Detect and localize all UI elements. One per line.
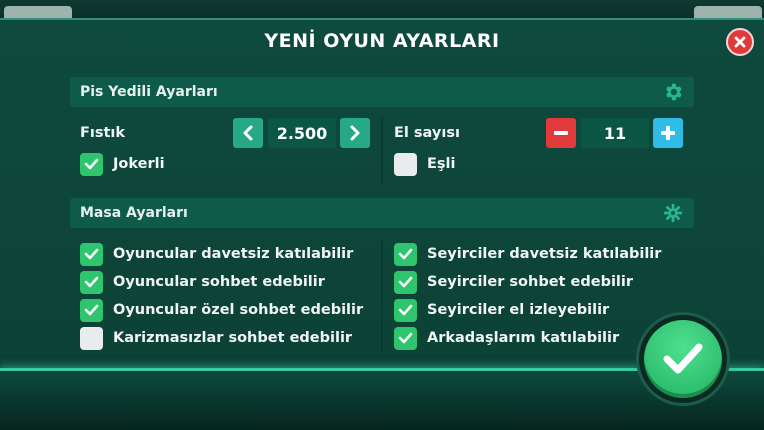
jokerli-checkbox[interactable] bbox=[80, 152, 103, 176]
confirm-button[interactable] bbox=[644, 320, 722, 398]
spectators-watch-hand-option[interactable]: Seyirciler el izleyebilir bbox=[394, 298, 609, 322]
table-settings-title: Masa Ayarları bbox=[80, 205, 188, 221]
check-icon bbox=[663, 343, 703, 374]
jokerli-label: Jokerli bbox=[113, 156, 165, 172]
table-settings-header: Masa Ayarları bbox=[70, 198, 694, 228]
gear-icon[interactable] bbox=[662, 202, 684, 224]
game-settings-divider bbox=[381, 118, 383, 184]
check-icon bbox=[398, 332, 413, 344]
minus-icon bbox=[554, 131, 568, 135]
chevron-left-icon bbox=[243, 125, 253, 141]
players-join-uninvited-checkbox[interactable] bbox=[80, 242, 103, 266]
option-label: Seyirciler el izleyebilir bbox=[427, 302, 610, 318]
option-label: Oyuncular sohbet edebilir bbox=[113, 274, 325, 290]
esli-checkbox[interactable] bbox=[394, 152, 417, 176]
game-settings-header: Pis Yedili Ayarları bbox=[70, 77, 694, 107]
check-icon bbox=[84, 276, 99, 288]
option-label: Oyuncular özel sohbet edebilir bbox=[113, 302, 364, 318]
game-settings-title: Pis Yedili Ayarları bbox=[80, 84, 218, 100]
fistik-decrease-button[interactable] bbox=[233, 118, 263, 148]
close-icon bbox=[734, 36, 746, 48]
spectators-chat-checkbox[interactable] bbox=[394, 270, 417, 294]
fistik-label: Fıstık bbox=[80, 125, 126, 141]
check-icon bbox=[398, 276, 413, 288]
option-label: Karizmasızlar sohbet edebilir bbox=[113, 330, 353, 346]
check-icon bbox=[398, 304, 413, 316]
jokerli-option[interactable]: Jokerli bbox=[80, 152, 165, 176]
uncharismatic-chat-option[interactable]: Karizmasızlar sohbet edebilir bbox=[80, 326, 352, 350]
uncharismatic-chat-checkbox[interactable] bbox=[80, 326, 103, 350]
spectators-chat-option[interactable]: Seyirciler sohbet edebilir bbox=[394, 270, 633, 294]
chevron-right-icon bbox=[350, 125, 360, 141]
friends-join-checkbox[interactable] bbox=[394, 326, 417, 350]
plus-icon bbox=[661, 126, 675, 140]
fistik-value: 2.500 bbox=[268, 118, 336, 148]
close-button[interactable] bbox=[726, 28, 754, 56]
el-sayisi-value: 11 bbox=[581, 118, 649, 148]
option-label: Oyuncular davetsiz katılabilir bbox=[113, 246, 354, 262]
table-settings-divider bbox=[381, 240, 383, 352]
players-private-chat-option[interactable]: Oyuncular özel sohbet edebilir bbox=[80, 298, 363, 322]
el-sayisi-label: El sayısı bbox=[394, 125, 460, 141]
fistik-increase-button[interactable] bbox=[340, 118, 370, 148]
spectators-watch-hand-checkbox[interactable] bbox=[394, 298, 417, 322]
friends-join-option[interactable]: Arkadaşlarım katılabilir bbox=[394, 326, 619, 350]
check-icon bbox=[84, 248, 99, 260]
spectators-join-uninvited-checkbox[interactable] bbox=[394, 242, 417, 266]
players-chat-option[interactable]: Oyuncular sohbet edebilir bbox=[80, 270, 325, 294]
esli-option[interactable]: Eşli bbox=[394, 152, 455, 176]
esli-label: Eşli bbox=[427, 156, 456, 172]
players-join-uninvited-option[interactable]: Oyuncular davetsiz katılabilir bbox=[80, 242, 353, 266]
confirm-button-frame bbox=[636, 312, 730, 406]
players-chat-checkbox[interactable] bbox=[80, 270, 103, 294]
option-label: Arkadaşlarım katılabilir bbox=[427, 330, 620, 346]
el-sayisi-increase-button[interactable] bbox=[653, 118, 683, 148]
option-label: Seyirciler sohbet edebilir bbox=[427, 274, 634, 290]
dialog-title: YENİ OYUN AYARLARI bbox=[264, 30, 500, 52]
players-private-chat-checkbox[interactable] bbox=[80, 298, 103, 322]
check-icon bbox=[398, 248, 413, 260]
spectators-join-uninvited-option[interactable]: Seyirciler davetsiz katılabilir bbox=[394, 242, 661, 266]
option-label: Seyirciler davetsiz katılabilir bbox=[427, 246, 662, 262]
check-icon bbox=[84, 304, 99, 316]
gear-icon[interactable] bbox=[662, 81, 684, 103]
check-icon bbox=[84, 158, 99, 170]
el-sayisi-decrease-button[interactable] bbox=[546, 118, 576, 148]
